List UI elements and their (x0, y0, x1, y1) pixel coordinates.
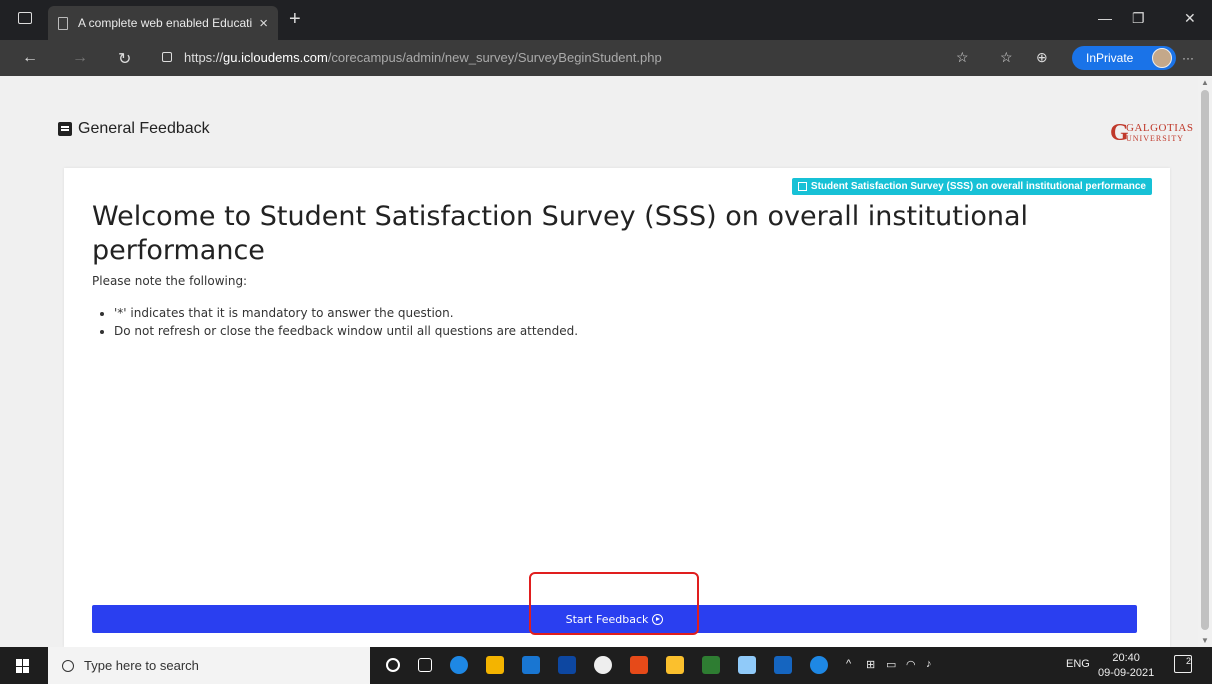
cortana-icon[interactable] (386, 658, 400, 672)
scroll-down-icon[interactable]: ▼ (1201, 636, 1209, 645)
list-item: '*' indicates that it is mandatory to an… (114, 306, 578, 320)
note-text: Please note the following: (92, 274, 248, 288)
url-path: /corecampus/admin/new_survey/SurveyBegin… (327, 50, 662, 65)
start-feedback-label: Start Feedback (565, 612, 649, 626)
start-feedback-button[interactable]: Start Feedback (92, 605, 1137, 633)
url-host: gu.icloudems.com (223, 50, 328, 65)
page-title-text: General Feedback (78, 120, 210, 137)
search-icon (62, 659, 74, 672)
dropbox-icon[interactable] (558, 656, 576, 674)
welcome-heading: Welcome to Student Satisfaction Survey (… (92, 201, 1029, 266)
scrollbar-thumb[interactable] (1201, 90, 1209, 630)
minimize-button[interactable]: — (1098, 10, 1112, 26)
new-tab-button[interactable]: + (289, 9, 301, 29)
lock-icon[interactable] (162, 52, 172, 62)
sticky-notes-icon[interactable] (666, 656, 684, 674)
favorites-icon[interactable]: ☆ (1000, 49, 1013, 66)
university-logo: G GALGOTIAS UNIVERSITY (1110, 118, 1193, 152)
mail-icon[interactable] (522, 656, 540, 674)
read-aloud-icon[interactable]: ☆ (956, 49, 969, 66)
clock-time: 20:40 (1112, 652, 1140, 664)
refresh-icon[interactable]: ↻ (118, 49, 131, 69)
play-circle-icon (652, 613, 664, 625)
tray-chevron-icon[interactable]: ^ (846, 658, 851, 670)
address-bar: ← → ↻ https://gu.icloudems.com/corecampu… (0, 40, 1212, 76)
more-menu-icon[interactable]: ··· (1182, 51, 1194, 65)
windows-taskbar: Type here to search ^ ⊞ ▭ ◠ ♪ ENG 20:40 … (0, 647, 1212, 684)
language-indicator[interactable]: ENG (1066, 658, 1090, 670)
wifi-icon[interactable]: ◠ (906, 658, 916, 671)
page-icon (58, 16, 68, 30)
windows-start-icon[interactable] (16, 659, 30, 673)
inprivate-button[interactable]: InPrivate (1072, 46, 1176, 70)
tab-actions-icon[interactable] (18, 12, 32, 24)
network-icon[interactable]: ⊞ (866, 658, 875, 671)
rules-list: '*' indicates that it is mandatory to an… (114, 306, 578, 342)
browser-tab[interactable]: A complete web enabled Educati × (48, 6, 278, 40)
survey-badge: Student Satisfaction Survey (SSS) on ove… (791, 178, 1152, 195)
task-view-icon[interactable] (418, 658, 432, 672)
forward-icon[interactable]: → (72, 49, 88, 67)
survey-card: Student Satisfaction Survey (SSS) on ove… (64, 168, 1170, 647)
hourglass-icon (797, 182, 807, 191)
page-viewport: General Feedback G GALGOTIAS UNIVERSITY … (0, 76, 1198, 647)
tab-title: A complete web enabled Educati (78, 16, 253, 30)
logo-sub: UNIVERSITY (1126, 134, 1184, 143)
close-window-button[interactable]: ✕ (1184, 10, 1196, 27)
excel-icon[interactable] (702, 656, 720, 674)
url-scheme: https:// (184, 50, 224, 65)
battery-icon[interactable]: ▭ (886, 658, 896, 671)
chrome-app-icon[interactable] (594, 656, 612, 674)
maximize-button[interactable]: ❐ (1132, 10, 1145, 27)
list-item: Do not refresh or close the feedback win… (114, 324, 578, 338)
tab-close-icon[interactable]: × (259, 15, 268, 32)
inprivate-label: InPrivate (1086, 51, 1134, 65)
page-scrollbar[interactable]: ▲ ▼ (1198, 76, 1212, 647)
page-title: General Feedback (58, 120, 210, 138)
scroll-up-icon[interactable]: ▲ (1201, 78, 1209, 87)
file-explorer-icon[interactable] (486, 656, 504, 674)
browser-tab-bar: A complete web enabled Educati × + — ❐ ✕ (0, 0, 1212, 40)
clock-date: 09-09-2021 (1098, 667, 1155, 679)
word-icon[interactable] (774, 656, 792, 674)
office-icon[interactable] (630, 656, 648, 674)
survey-badge-label: Student Satisfaction Survey (SSS) on ove… (810, 181, 1146, 192)
feedback-form-icon (58, 122, 72, 136)
taskbar-search-input[interactable]: Type here to search (48, 647, 370, 684)
url-field[interactable]: https://gu.icloudems.com/corecampus/admi… (184, 50, 662, 65)
notifications-icon[interactable]: 2 (1174, 655, 1192, 673)
search-placeholder: Type here to search (84, 658, 199, 673)
back-icon[interactable]: ← (22, 49, 38, 67)
volume-icon[interactable]: ♪ (926, 658, 932, 670)
logo-name: GALGOTIAS (1126, 122, 1194, 134)
notepad-icon[interactable] (738, 656, 756, 674)
help-icon[interactable] (810, 656, 828, 674)
avatar (1152, 48, 1172, 68)
taskbar-clock[interactable]: 20:40 09-09-2021 (1098, 651, 1154, 681)
edge-icon[interactable] (450, 656, 468, 674)
notification-count: 2 (1185, 656, 1191, 666)
collections-icon[interactable]: ⊕ (1036, 49, 1048, 66)
